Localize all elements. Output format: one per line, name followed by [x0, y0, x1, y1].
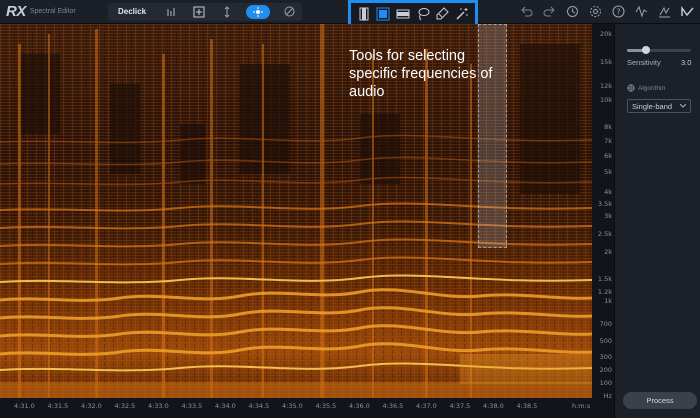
freq-tick-label: 700 [599, 320, 612, 328]
time-tick-label: 4:31.5 [47, 402, 69, 410]
freq-tick-label: 3k [604, 212, 612, 220]
freq-tick-label: 3.5k [597, 200, 612, 208]
brush-selection-icon[interactable] [433, 6, 451, 22]
time-tick-label: 4:31.0 [14, 402, 35, 410]
freq-tick-label: 4k [604, 188, 612, 196]
split-arrows-icon[interactable] [218, 5, 236, 19]
freq-tick-label: 8k [604, 123, 612, 131]
brand-n-icon [680, 3, 694, 19]
magic-wand-icon[interactable] [453, 6, 471, 22]
time-tick-label: 4:33.5 [181, 402, 203, 410]
time-tick-label: 4:35.0 [282, 402, 303, 410]
time-tick-label: 4:32.0 [81, 402, 102, 410]
spectral-view-icon[interactable] [246, 4, 271, 19]
module-view-group: Declick [108, 2, 303, 21]
time-tick-label: 4:33.0 [148, 402, 169, 410]
time-tick-label: 4:34.5 [248, 402, 270, 410]
help-icon[interactable]: ? [611, 3, 625, 19]
time-tick-label: 4:37.5 [449, 402, 471, 410]
sensitivity-value[interactable]: 3.0 [681, 58, 691, 67]
rx-app-window: RX Spectral Editor Declick ? Tools for s… [0, 0, 700, 418]
top-toolbar: RX Spectral Editor Declick ? [0, 0, 700, 28]
process-button[interactable]: Process [623, 392, 697, 409]
time-tick-label: 4:37.0 [416, 402, 437, 410]
algorithm-value: Single-band [632, 101, 673, 111]
annotation-line-1: Tools for selecting [349, 48, 466, 64]
history-icon[interactable] [565, 3, 579, 19]
time-tick-label: 4:38.0 [483, 402, 504, 410]
tool-annotation: Tools for selecting specific frequencies… [349, 47, 519, 101]
time-tick-label: 4:38.5 [516, 402, 538, 410]
freq-tick-label: 7k [604, 137, 612, 145]
chevron-down-icon [680, 104, 686, 108]
undo-icon[interactable] [519, 3, 533, 19]
time-tick-label: h:m:s [572, 402, 591, 410]
sensitivity-slider-knob[interactable] [642, 46, 651, 54]
module-settings-panel: Sensitivity 3.0 Algorithm Single-band Pr… [614, 24, 700, 418]
freq-tick-label: 1.2k [597, 288, 612, 296]
freq-tick-label: 12k [599, 82, 612, 90]
annotation-line-2: specific frequencies of [349, 66, 493, 82]
freq-tick-label: 20k [599, 30, 612, 38]
time-tick-label: 4:35.5 [315, 402, 337, 410]
time-axis: 4:31.0 4:31.5 4:32.0 4:32.5 4:33.0 4:33.5 4:34… [0, 398, 614, 418]
freq-tick-label: 6k [604, 152, 612, 160]
frequency-axis: 20k 15k 12k 10k 8k 7k 6k 5k 4k 3.5k 3k 2.5k 2k 1.5k 1.… [592, 24, 614, 400]
time-tick-label: 4:32.5 [114, 402, 136, 410]
time-tick-label: 4:34.0 [215, 402, 236, 410]
freq-tick-label: 1k [604, 297, 612, 305]
freq-tick-label: 500 [599, 337, 612, 345]
freq-tick-label: 2k [604, 248, 612, 256]
algorithm-dropdown[interactable]: Single-band [627, 99, 691, 113]
audio-signal-icon[interactable] [634, 3, 648, 19]
sensitivity-label: Sensitivity [627, 58, 661, 67]
algorithm-header: Algorithm [627, 84, 665, 92]
freq-tick-label: 10k [599, 96, 612, 104]
freq-tick-label: 15k [599, 58, 612, 66]
time-tick-label: 4:36.0 [349, 402, 370, 410]
svg-text:?: ? [616, 7, 620, 16]
freq-tick-label: 300 [599, 353, 612, 361]
waveform-bars-icon[interactable] [162, 5, 180, 19]
app-logo: RX Spectral Editor [0, 3, 104, 20]
freq-tick-label: 100 [599, 379, 612, 387]
route-icon[interactable] [657, 3, 671, 19]
algorithm-icon [627, 84, 635, 92]
freq-tick-label: 5k [604, 168, 612, 176]
time-tick-label: 4:36.5 [382, 402, 404, 410]
frequency-selection-icon[interactable] [374, 6, 392, 22]
active-module-button[interactable]: Declick [112, 7, 152, 16]
sensitivity-slider[interactable] [627, 46, 691, 54]
time-frequency-selection-icon[interactable] [394, 6, 412, 22]
settings-icon[interactable] [588, 3, 602, 19]
algorithm-label: Algorithm [638, 84, 666, 92]
annotation-line-3: audio [349, 84, 385, 100]
time-selection-icon[interactable] [355, 6, 373, 22]
freq-tick-label: 200 [599, 366, 612, 374]
freq-tick-label: 1.5k [597, 275, 612, 283]
global-controls: ? [519, 3, 694, 19]
disabled-icon[interactable] [280, 5, 298, 19]
add-module-icon[interactable] [190, 5, 208, 19]
redo-icon[interactable] [542, 3, 556, 19]
freq-tick-label: 2.5k [597, 230, 612, 238]
rx-logo-text: RX [6, 3, 26, 20]
lasso-selection-icon[interactable] [414, 6, 432, 22]
module-subtitle: Spectral Editor [29, 8, 76, 15]
